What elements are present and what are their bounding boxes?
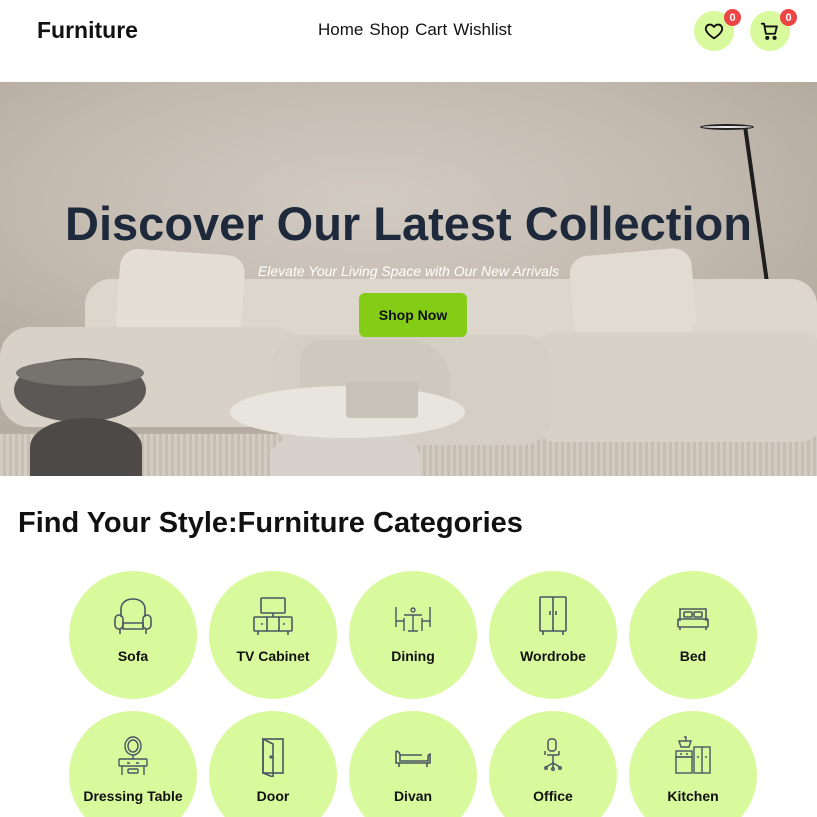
dining-set-icon	[395, 607, 431, 632]
divan-icon	[395, 750, 432, 767]
main-nav: Home Shop Cart Wishlist	[318, 20, 512, 40]
nav-wishlist-link[interactable]: Wishlist	[453, 20, 512, 40]
nav-home-link[interactable]: Home	[318, 20, 363, 40]
heart-icon	[704, 23, 724, 40]
brand-logo[interactable]: Furniture	[37, 17, 138, 44]
wardrobe-icon	[539, 596, 567, 635]
site-header: Furniture Home Shop Cart Wishlist 0 0	[0, 0, 817, 82]
tv-cabinet-icon	[253, 597, 293, 635]
category-kitchen[interactable]: Kitchen	[629, 711, 757, 817]
hero-title: Discover Our Latest Collection	[65, 197, 752, 250]
category-label: Divan	[393, 788, 433, 804]
shop-now-button[interactable]: Shop Now	[359, 293, 467, 337]
nav-shop-link[interactable]: Shop	[369, 20, 409, 40]
category-label: Dining	[391, 648, 435, 664]
category-label: Office	[533, 788, 573, 804]
door-icon	[262, 737, 284, 777]
category-label: Wordrobe	[520, 648, 586, 664]
hero-banner: Discover Our Latest Collection Elevate Y…	[0, 82, 817, 476]
nav-cart-link[interactable]: Cart	[415, 20, 447, 40]
shopping-cart-icon	[760, 22, 778, 40]
kitchen-icon	[675, 736, 711, 774]
category-office[interactable]: Office	[489, 711, 617, 817]
wishlist-button[interactable]: 0	[694, 9, 741, 51]
category-bed[interactable]: Bed	[629, 571, 757, 699]
categories-heading: Find Your Style:Furniture Categories	[18, 507, 523, 539]
category-wardrobe[interactable]: Wordrobe	[489, 571, 617, 699]
dressing-table-icon	[118, 736, 148, 775]
category-dressing-table[interactable]: Dressing Table	[69, 711, 197, 817]
office-chair-icon	[544, 738, 562, 771]
category-door[interactable]: Door	[209, 711, 337, 817]
category-tv-cabinet[interactable]: TV Cabinet	[209, 571, 337, 699]
category-label: Door	[256, 788, 290, 804]
category-label: Dressing Table	[83, 788, 183, 804]
category-label: Bed	[679, 648, 707, 664]
category-label: Kitchen	[667, 788, 719, 804]
hero-subtitle: Elevate Your Living Space with Our New A…	[257, 263, 560, 279]
cart-button[interactable]: 0	[750, 9, 797, 51]
category-divan[interactable]: Divan	[349, 711, 477, 817]
category-label: Sofa	[117, 648, 149, 664]
category-label: TV Cabinet	[236, 648, 310, 664]
cart-count-badge: 0	[780, 9, 797, 26]
wishlist-count-badge: 0	[724, 9, 741, 26]
category-sofa[interactable]: Sofa	[69, 571, 197, 699]
category-dining[interactable]: Dining	[349, 571, 477, 699]
bed-icon	[677, 608, 709, 630]
armchair-icon	[114, 598, 152, 634]
